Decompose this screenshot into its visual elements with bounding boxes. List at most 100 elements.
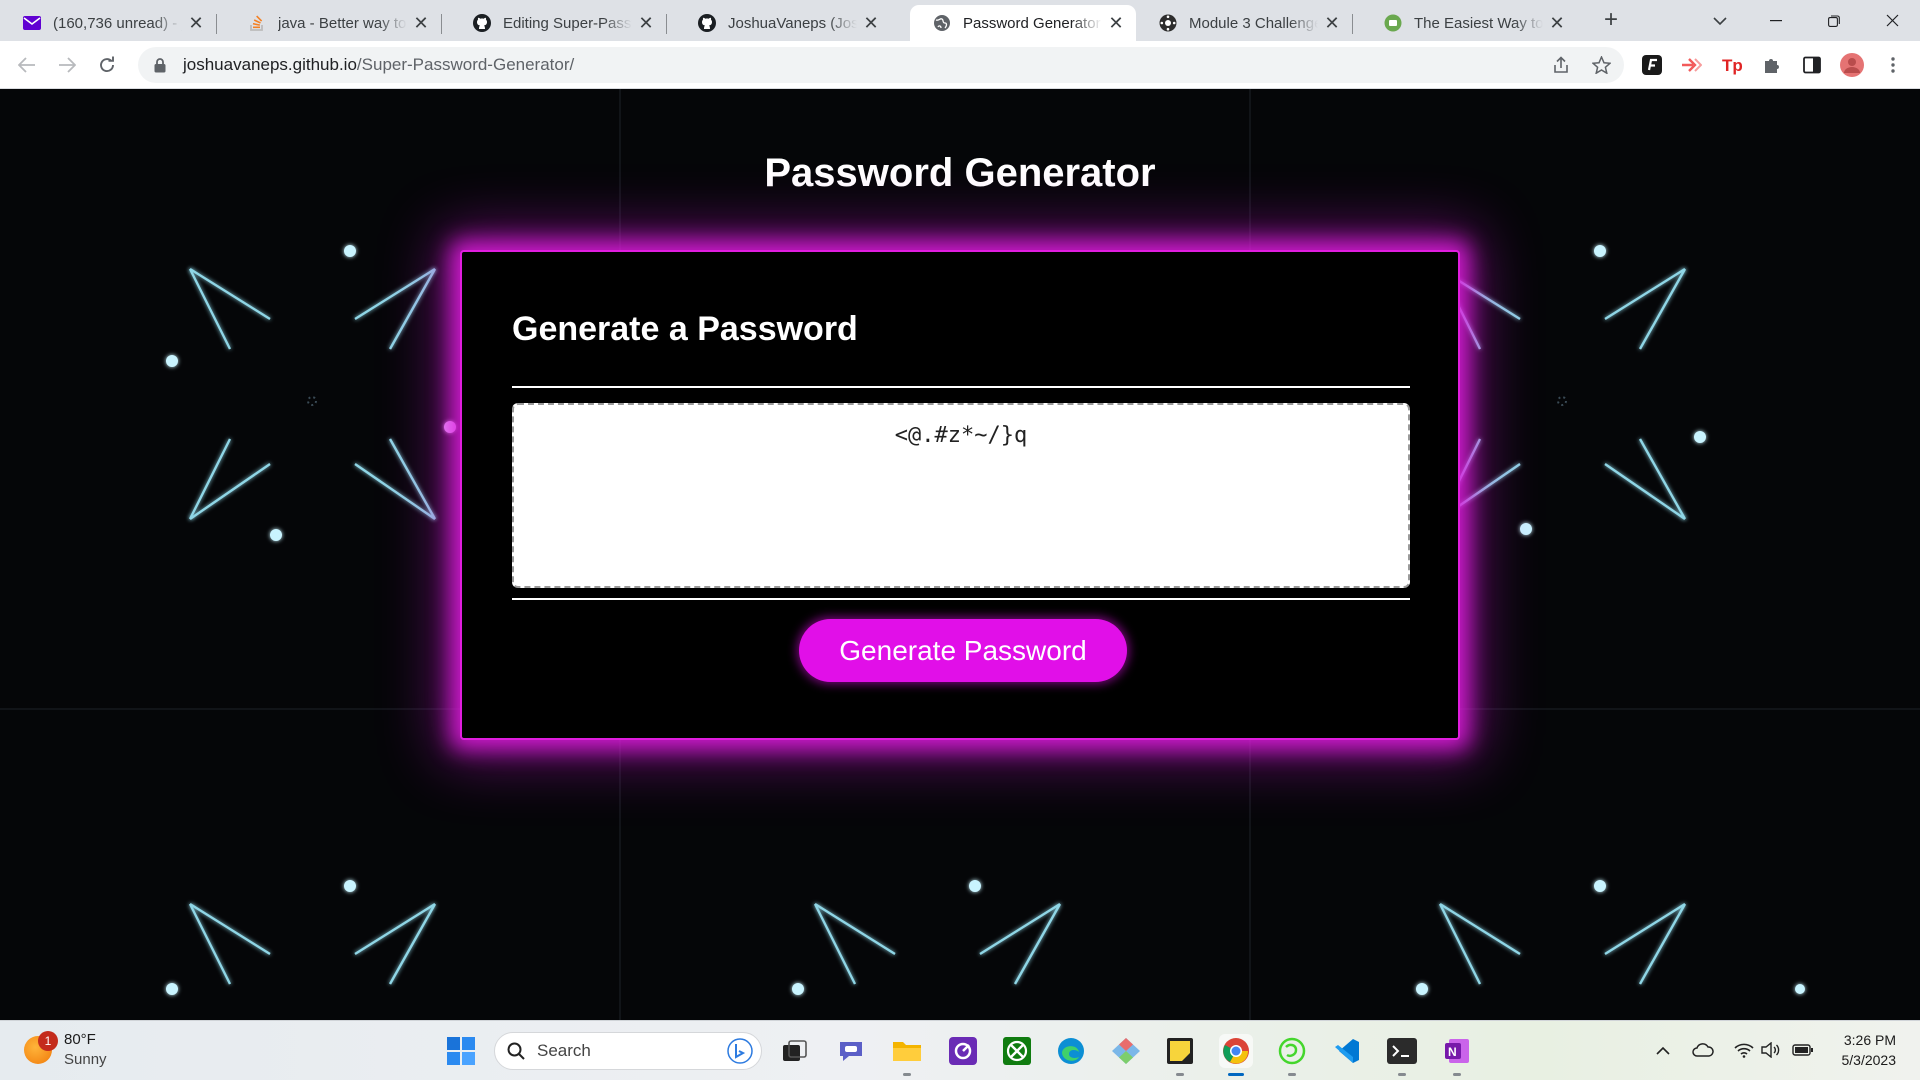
bookmark-button[interactable] bbox=[1586, 50, 1616, 80]
edge-icon[interactable] bbox=[1054, 1034, 1088, 1068]
reload-icon bbox=[100, 56, 114, 73]
github-icon bbox=[698, 14, 716, 32]
close-window-button[interactable] bbox=[1864, 0, 1920, 41]
close-tab-icon[interactable]: ✕ bbox=[1106, 13, 1126, 33]
lock-icon[interactable] bbox=[154, 57, 168, 73]
weather-temp: 80°F bbox=[64, 1031, 96, 1048]
system-clock[interactable]: 3:26 PM 5/3/2023 bbox=[1818, 1030, 1897, 1070]
razer-icon[interactable] bbox=[1275, 1034, 1309, 1068]
tab-search-button[interactable] bbox=[1692, 0, 1748, 41]
address-bar[interactable]: joshuavaneps.github.io/Super-Password-Ge… bbox=[138, 47, 1624, 83]
running-indicator bbox=[1398, 1073, 1406, 1076]
close-tab-icon[interactable]: ✕ bbox=[1547, 13, 1567, 33]
volume-icon[interactable] bbox=[1760, 1039, 1782, 1061]
star-icon bbox=[1591, 56, 1611, 74]
page-viewport: Password Generator Generate a Password <… bbox=[0, 89, 1920, 1020]
tab-title: Module 3 Challenge: bbox=[1189, 14, 1318, 32]
close-tab-icon[interactable]: ✕ bbox=[186, 13, 206, 33]
battery-icon[interactable] bbox=[1792, 1039, 1814, 1061]
xbox-icon[interactable] bbox=[1000, 1034, 1034, 1068]
tab-title: (160,736 unread) - jos bbox=[53, 14, 182, 32]
extensions-puzzle-icon[interactable] bbox=[1760, 53, 1784, 77]
app-diamond-icon[interactable] bbox=[1109, 1034, 1143, 1068]
onedrive-icon[interactable] bbox=[1692, 1039, 1714, 1061]
show-hidden-icons-chevron-icon[interactable] bbox=[1652, 1039, 1674, 1061]
stackoverflow-icon bbox=[248, 14, 266, 32]
search-icon bbox=[507, 1042, 525, 1060]
tab-password-generator[interactable]: Password Generator ✕ bbox=[910, 5, 1136, 41]
clock-time: 3:26 PM bbox=[1843, 1032, 1896, 1048]
tab-title: java - Better way to ge bbox=[278, 14, 407, 32]
weather-widget[interactable]: 1 80°F Sunny bbox=[24, 1030, 107, 1070]
restore-icon bbox=[1828, 14, 1840, 27]
minimize-icon bbox=[1770, 19, 1782, 21]
site-icon bbox=[1384, 14, 1402, 32]
back-button[interactable] bbox=[12, 50, 42, 80]
password-text[interactable]: <@.#z*~/}q bbox=[514, 423, 1408, 448]
close-icon bbox=[1886, 14, 1898, 27]
vscode-icon[interactable] bbox=[1330, 1034, 1364, 1068]
bing-icon bbox=[727, 1038, 753, 1064]
restore-button[interactable] bbox=[1806, 0, 1862, 41]
sticky-notes-icon[interactable] bbox=[1163, 1034, 1197, 1068]
extension-f-icon[interactable] bbox=[1640, 53, 1664, 77]
terminal-icon[interactable] bbox=[1385, 1034, 1419, 1068]
minimize-button[interactable] bbox=[1748, 0, 1804, 41]
password-output[interactable]: <@.#z*~/}q bbox=[512, 403, 1410, 588]
search-label: Search bbox=[537, 1041, 591, 1060]
taskbar-search[interactable]: Search bbox=[494, 1032, 762, 1070]
profile-avatar[interactable] bbox=[1840, 53, 1864, 77]
tab-easiest-way[interactable]: The Easiest Way to Ta ✕ bbox=[1361, 5, 1577, 41]
windows-taskbar: 1 80°F Sunny Search N 3:26 PM 5/3/2023 bbox=[0, 1020, 1920, 1080]
chevron-down-icon bbox=[1713, 16, 1727, 25]
teams-chat-icon[interactable] bbox=[834, 1034, 868, 1068]
tab-github-profile[interactable]: JoshuaVaneps (Joshua ✕ bbox=[675, 5, 891, 41]
share-button[interactable] bbox=[1546, 50, 1576, 80]
tab-separator bbox=[216, 14, 217, 34]
github-icon bbox=[473, 14, 491, 32]
tab-mail[interactable]: (160,736 unread) - jos ✕ bbox=[0, 5, 217, 41]
extension-tp-icon[interactable]: Tp bbox=[1720, 53, 1744, 77]
globe-icon bbox=[933, 14, 951, 32]
tab-title: JoshuaVaneps (Joshua bbox=[728, 14, 857, 32]
chrome-icon[interactable] bbox=[1219, 1034, 1253, 1068]
extension-arrow-icon[interactable] bbox=[1679, 53, 1703, 77]
generator-card: Generate a Password <@.#z*~/}q Generate … bbox=[460, 250, 1460, 740]
side-panel-icon[interactable] bbox=[1800, 53, 1824, 77]
back-arrow-icon bbox=[18, 57, 35, 73]
sun-icon: 1 bbox=[24, 1031, 58, 1064]
onenote-icon[interactable]: N bbox=[1440, 1034, 1474, 1068]
close-tab-icon[interactable]: ✕ bbox=[636, 13, 656, 33]
reload-button[interactable] bbox=[92, 50, 122, 80]
tab-stackoverflow[interactable]: java - Better way to ge ✕ bbox=[225, 5, 442, 41]
close-tab-icon[interactable]: ✕ bbox=[411, 13, 431, 33]
close-tab-icon[interactable]: ✕ bbox=[1322, 13, 1342, 33]
running-indicator bbox=[1176, 1073, 1184, 1076]
file-explorer-icon[interactable] bbox=[890, 1034, 924, 1068]
share-icon bbox=[1554, 56, 1568, 73]
tab-strip: (160,736 unread) - jos ✕ java - Better w… bbox=[0, 0, 1920, 41]
tab-separator bbox=[1352, 14, 1353, 34]
running-indicator bbox=[1453, 1073, 1461, 1076]
canvas-icon bbox=[1159, 14, 1177, 32]
page-title: Password Generator bbox=[764, 151, 1156, 195]
tab-title: The Easiest Way to Ta bbox=[1414, 14, 1543, 32]
clock-date: 5/3/2023 bbox=[1841, 1052, 1897, 1068]
generate-password-button[interactable]: Generate Password bbox=[799, 619, 1127, 682]
tab-title: Password Generator bbox=[963, 14, 1101, 32]
wifi-icon[interactable] bbox=[1733, 1039, 1755, 1061]
new-tab-button[interactable]: + bbox=[1597, 6, 1625, 34]
forward-button[interactable] bbox=[52, 50, 82, 80]
close-tab-icon[interactable]: ✕ bbox=[861, 13, 881, 33]
task-view-icon[interactable] bbox=[778, 1034, 812, 1068]
card-heading: Generate a Password bbox=[512, 310, 858, 348]
tab-github-editing[interactable]: Editing Super-Passwo ✕ bbox=[450, 5, 667, 41]
tab-canvas[interactable]: Module 3 Challenge: ✕ bbox=[1136, 5, 1353, 41]
app-purple-icon[interactable] bbox=[946, 1034, 980, 1068]
svg-text:Tp: Tp bbox=[1722, 56, 1743, 75]
start-button[interactable] bbox=[444, 1034, 478, 1068]
tab-separator bbox=[441, 14, 442, 34]
divider bbox=[512, 598, 1410, 600]
menu-kebab-icon[interactable] bbox=[1881, 53, 1905, 77]
windows-logo-icon bbox=[447, 1037, 475, 1065]
